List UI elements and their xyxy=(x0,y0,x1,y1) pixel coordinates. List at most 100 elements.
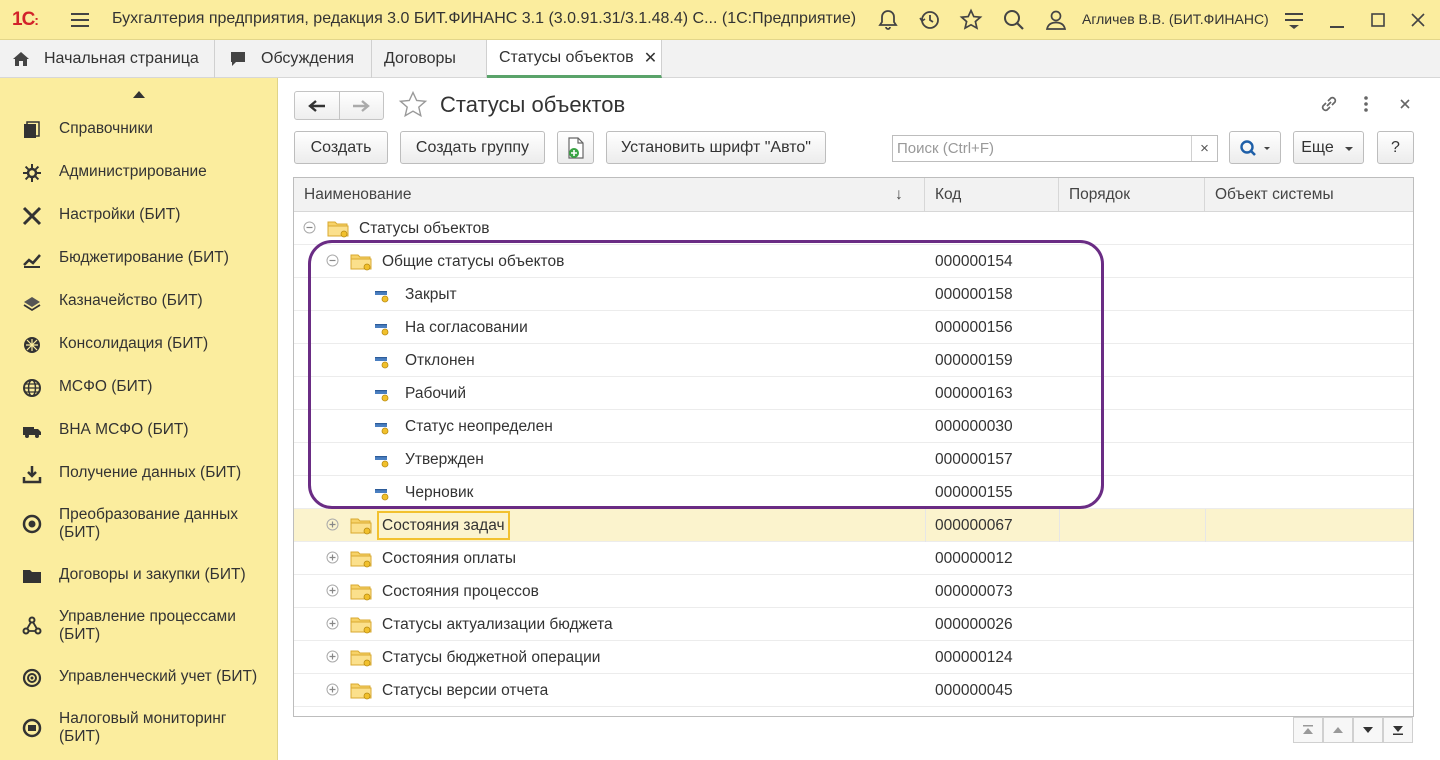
settings-menu-icon[interactable] xyxy=(1282,8,1306,32)
search-options-button[interactable] xyxy=(1229,131,1281,164)
tab-object-statuses-label: Статусы объектов xyxy=(499,48,634,66)
back-button[interactable] xyxy=(295,92,340,119)
target-icon xyxy=(22,668,42,688)
user-name[interactable]: Агличев В.В. (БИТ.ФИНАНС) xyxy=(1082,11,1269,27)
expand-icon[interactable] xyxy=(326,650,339,663)
scroll-top-button[interactable] xyxy=(1293,717,1323,743)
tab-contracts-label: Договоры xyxy=(384,50,456,67)
create-group-button[interactable]: Создать группу xyxy=(400,131,545,164)
more-actions-icon[interactable] xyxy=(1358,93,1374,115)
search-icon[interactable] xyxy=(1002,8,1026,32)
scroll-up-icon[interactable] xyxy=(0,86,278,102)
history-icon[interactable] xyxy=(918,8,942,32)
expand-icon[interactable] xyxy=(326,551,339,564)
arrow-left-icon xyxy=(307,99,325,112)
expand-icon[interactable] xyxy=(326,584,339,597)
column-header-code[interactable]: Код xyxy=(925,178,1059,212)
arrow-right-icon xyxy=(353,99,371,112)
collapse-icon[interactable] xyxy=(303,221,316,234)
row-code: 000000073 xyxy=(935,582,1013,600)
more-button[interactable]: Еще xyxy=(1293,131,1364,164)
chevron-down-icon xyxy=(1344,146,1353,151)
favorite-star-icon[interactable] xyxy=(398,90,428,120)
1c-logo: 1С: xyxy=(12,9,39,30)
folder-icon xyxy=(327,219,349,238)
star-icon[interactable] xyxy=(959,8,983,32)
search-clear-button[interactable]: × xyxy=(1191,136,1217,161)
table-row[interactable]: Состояния процессов 000000073 xyxy=(294,575,1413,608)
expand-icon[interactable] xyxy=(326,683,339,696)
row-name: Состояния процессов xyxy=(382,582,539,600)
row-code: 000000012 xyxy=(935,549,1013,567)
table-row[interactable]: Статусы актуализации бюджета 000000026 xyxy=(294,608,1413,641)
folder-icon xyxy=(350,516,372,535)
tab-contracts[interactable]: Договоры xyxy=(372,40,487,78)
row-code: 000000124 xyxy=(935,648,1013,666)
monitor-icon xyxy=(22,718,42,738)
menu-icon[interactable] xyxy=(68,9,92,31)
help-button[interactable]: ? xyxy=(1377,131,1414,164)
folder-icon xyxy=(350,549,372,568)
nav-buttons xyxy=(294,91,384,120)
row-code: 000000067 xyxy=(935,516,1013,534)
column-separator xyxy=(1205,509,1206,542)
create-button[interactable]: Создать xyxy=(294,131,388,164)
title-bar: 1С: Бухгалтерия предприятия, редакция 3.… xyxy=(0,0,1440,40)
table-row[interactable]: Состояния задач 000000067 xyxy=(294,509,1413,542)
column-header-name[interactable]: Наименование ↓ xyxy=(294,178,925,212)
bell-icon[interactable] xyxy=(876,8,900,32)
forward-button[interactable] xyxy=(340,92,384,119)
more-button-label: Еще xyxy=(1301,138,1334,156)
column-header-order[interactable]: Порядок xyxy=(1059,178,1205,212)
tab-bar: Начальная страница Обсуждения Договоры С… xyxy=(0,40,1440,78)
expand-icon[interactable] xyxy=(326,518,339,531)
maximize-icon[interactable] xyxy=(1366,8,1390,32)
download-icon xyxy=(22,464,42,484)
table-row[interactable]: Статусы бюджетной операции 000000124 xyxy=(294,641,1413,674)
column-name-label: Наименование xyxy=(304,186,412,203)
gear-icon xyxy=(22,163,42,183)
tab-object-statuses[interactable]: Статусы объектов ✕ xyxy=(487,40,662,78)
process-icon xyxy=(22,616,42,636)
form-close-icon[interactable] xyxy=(1396,95,1414,113)
tab-discussions[interactable]: Обсуждения xyxy=(215,40,372,78)
search-dropdown-icon xyxy=(1240,139,1270,156)
folder-icon xyxy=(350,615,372,634)
close-icon[interactable] xyxy=(1406,8,1430,32)
folder-icon xyxy=(350,582,372,601)
tab-discussions-label: Обсуждения xyxy=(261,50,354,67)
list-navigation xyxy=(1293,717,1414,743)
copy-button[interactable] xyxy=(557,131,594,164)
folder-icon xyxy=(350,648,372,667)
tab-home-label: Начальная страница xyxy=(44,50,199,67)
scroll-bottom-button[interactable] xyxy=(1383,717,1413,743)
truck-icon xyxy=(22,421,42,441)
money-icon xyxy=(22,292,42,312)
sidebar: Справочники Администрирование Настройки … xyxy=(0,78,278,760)
folder-icon xyxy=(22,566,42,586)
chat-icon xyxy=(229,50,247,68)
home-icon xyxy=(12,50,30,68)
user-icon[interactable] xyxy=(1044,8,1068,32)
highlight-frame xyxy=(308,240,1104,509)
row-code: 000000045 xyxy=(935,681,1013,699)
expand-icon[interactable] xyxy=(326,617,339,630)
scroll-up-button[interactable] xyxy=(1323,717,1353,743)
row-code: 000000026 xyxy=(935,615,1013,633)
minimize-icon[interactable] xyxy=(1325,8,1349,32)
table-row[interactable]: Состояния оплаты 000000012 xyxy=(294,542,1413,575)
scroll-down-button[interactable] xyxy=(1353,717,1383,743)
row-name: Состояния задач xyxy=(377,511,510,540)
column-separator xyxy=(1059,509,1060,542)
tools-icon xyxy=(22,206,42,226)
table-row[interactable]: Статусы версии отчета 000000045 xyxy=(294,674,1413,707)
column-separator xyxy=(925,509,926,542)
column-header-system-object[interactable]: Объект системы xyxy=(1205,178,1413,212)
tab-home[interactable]: Начальная страница xyxy=(0,40,215,78)
set-font-auto-button[interactable]: Установить шрифт "Авто" xyxy=(606,131,826,164)
link-icon[interactable] xyxy=(1318,93,1340,115)
tab-close-icon[interactable]: ✕ xyxy=(644,48,657,68)
search-input[interactable] xyxy=(893,136,1191,161)
folder-icon xyxy=(350,681,372,700)
transform-icon xyxy=(22,514,42,534)
